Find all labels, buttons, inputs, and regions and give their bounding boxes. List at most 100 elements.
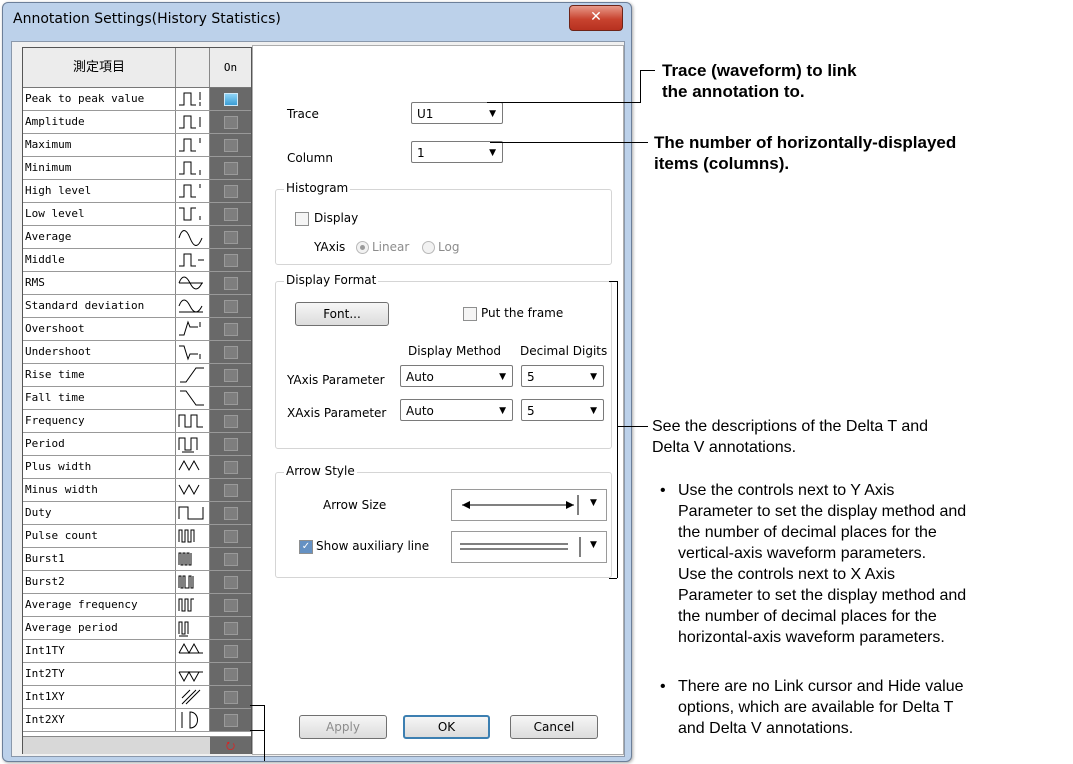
on-checkbox[interactable] bbox=[224, 484, 238, 497]
arrow-style-title: Arrow Style bbox=[284, 464, 357, 478]
measurement-list[interactable]: 測定項目 On Peak to peak value Amplitude Maxim… bbox=[22, 47, 252, 754]
header-measurement-item[interactable]: 測定項目 bbox=[23, 48, 176, 87]
title-bar[interactable]: Annotation Settings(History Statistics) … bbox=[3, 3, 631, 35]
header-on[interactable]: On bbox=[210, 48, 251, 87]
arrow-size-select[interactable]: ▼ bbox=[451, 489, 607, 521]
list-item[interactable]: Fall time bbox=[23, 387, 251, 410]
list-item[interactable]: Average frequency bbox=[23, 594, 251, 617]
on-checkbox[interactable] bbox=[224, 530, 238, 543]
list-item[interactable]: Plus width bbox=[23, 456, 251, 479]
list-item[interactable]: Low level bbox=[23, 203, 251, 226]
list-item[interactable]: Int1TY bbox=[23, 640, 251, 663]
on-cell bbox=[210, 88, 251, 110]
display-format-title: Display Format bbox=[284, 273, 379, 287]
list-item[interactable]: Pulse count bbox=[23, 525, 251, 548]
annotation-line: the number of decimal places for the bbox=[678, 608, 937, 625]
on-checkbox[interactable] bbox=[224, 300, 238, 313]
list-item[interactable]: Overshoot bbox=[23, 318, 251, 341]
on-checkbox[interactable] bbox=[224, 507, 238, 520]
put-frame-checkbox[interactable] bbox=[463, 307, 477, 321]
on-checkbox[interactable] bbox=[224, 576, 238, 589]
ok-button[interactable]: OK bbox=[403, 715, 490, 739]
list-item[interactable]: Amplitude bbox=[23, 111, 251, 134]
on-checkbox[interactable] bbox=[224, 691, 238, 704]
list-item[interactable]: Period bbox=[23, 433, 251, 456]
apply-button[interactable]: Apply bbox=[299, 715, 387, 739]
reset-icon[interactable]: ⭮ bbox=[210, 737, 251, 754]
list-item[interactable]: Average period bbox=[23, 617, 251, 640]
list-item[interactable]: Average bbox=[23, 226, 251, 249]
yaxis-digits-select[interactable]: 5 ▼ bbox=[521, 365, 604, 387]
on-checkbox[interactable] bbox=[224, 369, 238, 382]
on-checkbox[interactable] bbox=[224, 162, 238, 175]
on-checkbox[interactable] bbox=[224, 277, 238, 290]
on-checkbox[interactable] bbox=[224, 622, 238, 635]
list-item[interactable]: Undershoot bbox=[23, 341, 251, 364]
waveform-icon bbox=[176, 479, 210, 501]
yaxis-method-select[interactable]: Auto ▼ bbox=[400, 365, 513, 387]
xaxis-method-select[interactable]: Auto ▼ bbox=[400, 399, 513, 421]
on-checkbox[interactable] bbox=[224, 139, 238, 152]
list-item[interactable]: Minus width bbox=[23, 479, 251, 502]
list-item[interactable]: Peak to peak value bbox=[23, 88, 251, 111]
list-item[interactable]: Frequency bbox=[23, 410, 251, 433]
yaxis-method-value: Auto bbox=[406, 370, 434, 384]
on-checkbox[interactable] bbox=[224, 208, 238, 221]
chevron-down-icon: ▼ bbox=[489, 148, 496, 158]
waveform-icon bbox=[176, 456, 210, 478]
column-select[interactable]: 1 ▼ bbox=[411, 141, 503, 163]
on-checkbox[interactable] bbox=[224, 254, 238, 267]
int-callout-line bbox=[250, 705, 265, 706]
list-item[interactable]: Int2TY bbox=[23, 663, 251, 686]
on-checkbox[interactable] bbox=[224, 231, 238, 244]
format-bracket bbox=[609, 281, 617, 282]
list-item[interactable]: RMS bbox=[23, 272, 251, 295]
on-checkbox[interactable] bbox=[224, 668, 238, 681]
on-checkbox[interactable] bbox=[224, 392, 238, 405]
list-item[interactable]: Rise time bbox=[23, 364, 251, 387]
on-cell bbox=[210, 617, 251, 639]
list-item[interactable]: Middle bbox=[23, 249, 251, 272]
list-item[interactable]: Int1XY bbox=[23, 686, 251, 709]
trace-select[interactable]: U1 ▼ bbox=[411, 102, 503, 124]
xaxis-digits-select[interactable]: 5 ▼ bbox=[521, 399, 604, 421]
on-checkbox[interactable] bbox=[224, 599, 238, 612]
bullet-glyph: • bbox=[660, 678, 666, 695]
list-item[interactable]: High level bbox=[23, 180, 251, 203]
on-checkbox[interactable] bbox=[224, 645, 238, 658]
list-item[interactable]: Maximum bbox=[23, 134, 251, 157]
on-checkbox[interactable] bbox=[224, 461, 238, 474]
on-checkbox[interactable] bbox=[224, 116, 238, 129]
waveform-icon bbox=[176, 341, 210, 363]
format-bracket bbox=[617, 281, 618, 578]
on-checkbox[interactable] bbox=[224, 714, 238, 727]
close-button[interactable]: ✕ bbox=[569, 5, 623, 31]
list-item[interactable]: Burst1 bbox=[23, 548, 251, 571]
on-checkbox[interactable] bbox=[224, 553, 238, 566]
cancel-button[interactable]: Cancel bbox=[510, 715, 598, 739]
display-format-group: Display Format Font... Put the frame Dis… bbox=[275, 273, 612, 449]
list-item[interactable]: Minimum bbox=[23, 157, 251, 180]
linear-radio[interactable] bbox=[356, 241, 369, 254]
list-item[interactable]: Int2XY bbox=[23, 709, 251, 732]
auxiliary-line-select[interactable]: ▼ bbox=[451, 531, 607, 563]
font-button[interactable]: Font... bbox=[295, 302, 389, 326]
on-checkbox[interactable] bbox=[224, 438, 238, 451]
on-checkbox[interactable] bbox=[224, 323, 238, 336]
list-item-label: Minus width bbox=[23, 479, 176, 501]
on-checkbox[interactable] bbox=[224, 93, 238, 106]
on-cell bbox=[210, 157, 251, 179]
log-radio[interactable] bbox=[422, 241, 435, 254]
dialog-client: 測定項目 On Peak to peak value Amplitude Maxim… bbox=[11, 41, 625, 757]
on-checkbox[interactable] bbox=[224, 185, 238, 198]
histogram-display-checkbox[interactable] bbox=[295, 212, 309, 226]
list-item[interactable]: Duty bbox=[23, 502, 251, 525]
show-auxiliary-line-checkbox[interactable]: ✓ bbox=[299, 540, 313, 554]
on-checkbox[interactable] bbox=[224, 346, 238, 359]
on-checkbox[interactable] bbox=[224, 415, 238, 428]
list-item[interactable]: Burst2 bbox=[23, 571, 251, 594]
annotation-line: There are no Link cursor and Hide value bbox=[678, 678, 964, 695]
header-icon-column bbox=[176, 48, 210, 87]
waveform-icon bbox=[176, 548, 210, 570]
list-item[interactable]: Standard deviation bbox=[23, 295, 251, 318]
